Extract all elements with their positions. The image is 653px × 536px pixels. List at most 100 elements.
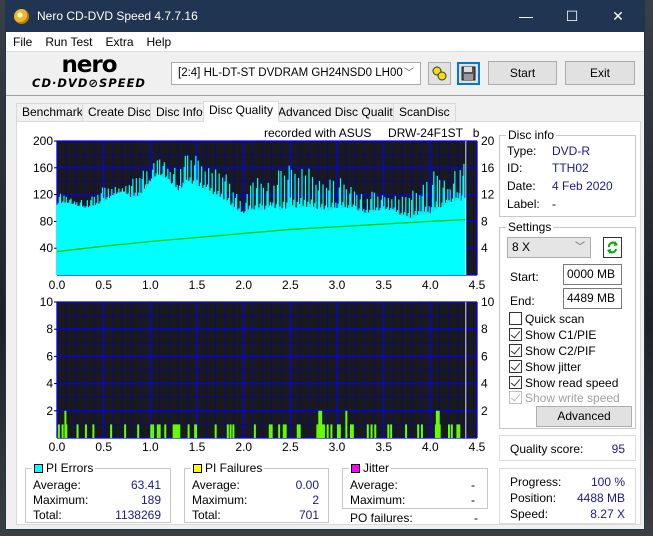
checkbox-label: Show jitter xyxy=(525,360,582,374)
disc-quality-panel: recorded with ASUS DRW-24F1ST b 0.0 0.5 1.… xyxy=(16,121,641,525)
x-tick-label: 0.5 xyxy=(95,440,112,454)
y2-tick-label: 4 xyxy=(481,241,488,255)
y2-tick-label: 8 xyxy=(481,322,488,336)
menu-bar: File Run Test Extra Help xyxy=(6,32,644,52)
quality-score-value: 95 xyxy=(611,442,625,456)
pi-failures-bar xyxy=(336,424,339,438)
show-c1-pie-checkbox[interactable]: Show C1/PIE xyxy=(509,328,596,342)
pi-failures-bar xyxy=(253,424,256,438)
x-tick-label: 1.5 xyxy=(189,278,206,292)
pi-failures-bar xyxy=(187,424,190,438)
y2-tick-label: 6 xyxy=(481,349,488,363)
start-button[interactable]: Start xyxy=(488,61,557,85)
refresh-icon xyxy=(607,241,618,254)
minimize-button[interactable]: — xyxy=(503,1,549,32)
po-failures-label: PO failures: xyxy=(350,511,413,525)
tab-advanced-disc-quality[interactable]: Advanced Disc Quality xyxy=(272,103,405,122)
pi-failures-bar xyxy=(338,424,341,438)
pi-failures-bar xyxy=(417,424,420,438)
type-label: Type: xyxy=(507,144,537,158)
tab-scandisc[interactable]: ScanDisc xyxy=(393,103,456,122)
speed-select-value: 8 X xyxy=(512,240,531,254)
close-button[interactable]: ✕ xyxy=(595,1,641,32)
pi-failures-bar xyxy=(278,424,281,438)
checkbox-label: Show write speed xyxy=(525,391,620,405)
y2-tick-label: 2 xyxy=(481,404,488,418)
jitter-average-label: Average: xyxy=(350,478,398,492)
y-tick-label: 40 xyxy=(40,241,54,255)
refresh-speed-button[interactable] xyxy=(603,237,622,258)
pi-errors-chart: 0.0 0.5 1.0 1.5 2.0 2.5 3.0 3.5 4.0 4.5 200 160 120 8… xyxy=(33,134,495,292)
pi-failures-bar xyxy=(370,424,373,438)
tab-create-disc[interactable]: Create Disc xyxy=(82,103,157,122)
checkbox-label: Quick scan xyxy=(525,312,585,326)
end-input[interactable]: 4489 MB xyxy=(563,288,622,309)
pi-failures-bar xyxy=(110,424,113,438)
date-value: 4 Feb 2020 xyxy=(552,179,613,193)
speed-select[interactable]: 8 X ﹀ xyxy=(507,237,591,258)
chevron-down-icon: ﹀ xyxy=(404,68,414,79)
x-tick-label: 2.0 xyxy=(235,440,252,454)
pi-failures-color-swatch xyxy=(193,464,202,473)
date-label: Date: xyxy=(507,179,536,193)
y2-tick-label: 20 xyxy=(481,134,495,148)
app-window: Nero CD-DVD Speed 4.7.7.16 — ☐ ✕ File Run… xyxy=(5,0,645,530)
exit-button[interactable]: Exit xyxy=(565,61,635,85)
show-read-speed-checkbox[interactable]: Show read speed xyxy=(509,376,618,390)
y-tick-label: 6 xyxy=(46,349,53,363)
tab-disc-info[interactable]: Disc Info xyxy=(150,103,209,122)
maximize-button[interactable]: ☐ xyxy=(549,1,595,32)
x-tick-label: 3.5 xyxy=(375,278,392,292)
show-c2-pif-checkbox[interactable]: Show C2/PIF xyxy=(509,344,596,358)
logo-cd-dvd-speed-text: CD·DVD⊘SPEED xyxy=(32,76,146,90)
pi-failures-bar xyxy=(296,424,299,438)
menu-run-test[interactable]: Run Test xyxy=(45,32,92,49)
y2-tick-label: 8 xyxy=(481,214,488,228)
checkbox-box xyxy=(509,344,522,357)
pi-failures-bar xyxy=(456,424,459,438)
drive-config-button[interactable] xyxy=(428,62,451,85)
app-icon xyxy=(14,9,29,24)
menu-extra[interactable]: Extra xyxy=(105,32,133,49)
pi-failures-maximum-value: 2 xyxy=(312,493,319,507)
start-input[interactable]: 0000 MB xyxy=(563,264,622,285)
checkbox-box xyxy=(509,328,522,341)
x-tick-label: 2.5 xyxy=(282,440,299,454)
title-bar: Nero CD-DVD Speed 4.7.7.16 — ☐ ✕ xyxy=(6,1,644,32)
checkbox-label: Show C2/PIF xyxy=(525,344,596,358)
window-title: Nero CD-DVD Speed 4.7.7.16 xyxy=(37,9,198,23)
y-tick-label: 2 xyxy=(46,404,53,418)
pi-failures-bar xyxy=(366,424,369,438)
advanced-button[interactable]: Advanced xyxy=(536,406,632,427)
save-button[interactable] xyxy=(457,62,480,85)
end-label: End: xyxy=(510,294,535,308)
pi-failures-bar xyxy=(84,424,87,438)
quick-scan-checkbox[interactable]: Quick scan xyxy=(509,312,584,326)
pi-failures-bar xyxy=(350,424,352,438)
tab-benchmark[interactable]: Benchmark xyxy=(16,103,89,122)
position-value: 4488 MB xyxy=(576,491,625,505)
pi-failures-bar xyxy=(65,424,68,438)
show-jitter-checkbox[interactable]: Show jitter xyxy=(509,360,581,374)
pi-failures-bar xyxy=(176,424,179,438)
pi-failures-bar xyxy=(270,424,273,438)
x-tick-label: 4.5 xyxy=(469,278,486,292)
menu-file[interactable]: File xyxy=(13,32,32,49)
tab-disc-quality[interactable]: Disc Quality xyxy=(203,101,280,122)
progress-label: Progress: xyxy=(510,475,562,489)
y-tick-label: 120 xyxy=(33,188,53,202)
toolbar: nero CD·DVD⊘SPEED [2:4] HL-DT-ST DVDRAM … xyxy=(6,52,644,96)
pi-failures-bar xyxy=(351,424,354,438)
pi-failures-bar xyxy=(390,424,393,438)
pi-failures-bar xyxy=(214,424,217,438)
x-tick-label: 4.0 xyxy=(422,278,439,292)
drive-select[interactable]: [2:4] HL-DT-ST DVDRAM GH24NSD0 LH00 ﹀ xyxy=(171,62,421,85)
menu-help[interactable]: Help xyxy=(147,32,172,49)
pi-failures-bar xyxy=(284,424,287,438)
pi-failures-bar xyxy=(458,424,461,438)
quality-score-box: Quality score: 95 xyxy=(499,435,636,461)
settings-group: Settings 8 X ﹀ Start: 0000 MB End: 4489 … xyxy=(499,220,636,429)
progress-value: 100 % xyxy=(590,475,625,489)
pi-failures-bar xyxy=(268,424,271,438)
nero-logo: nero CD·DVD⊘SPEED xyxy=(14,54,164,94)
